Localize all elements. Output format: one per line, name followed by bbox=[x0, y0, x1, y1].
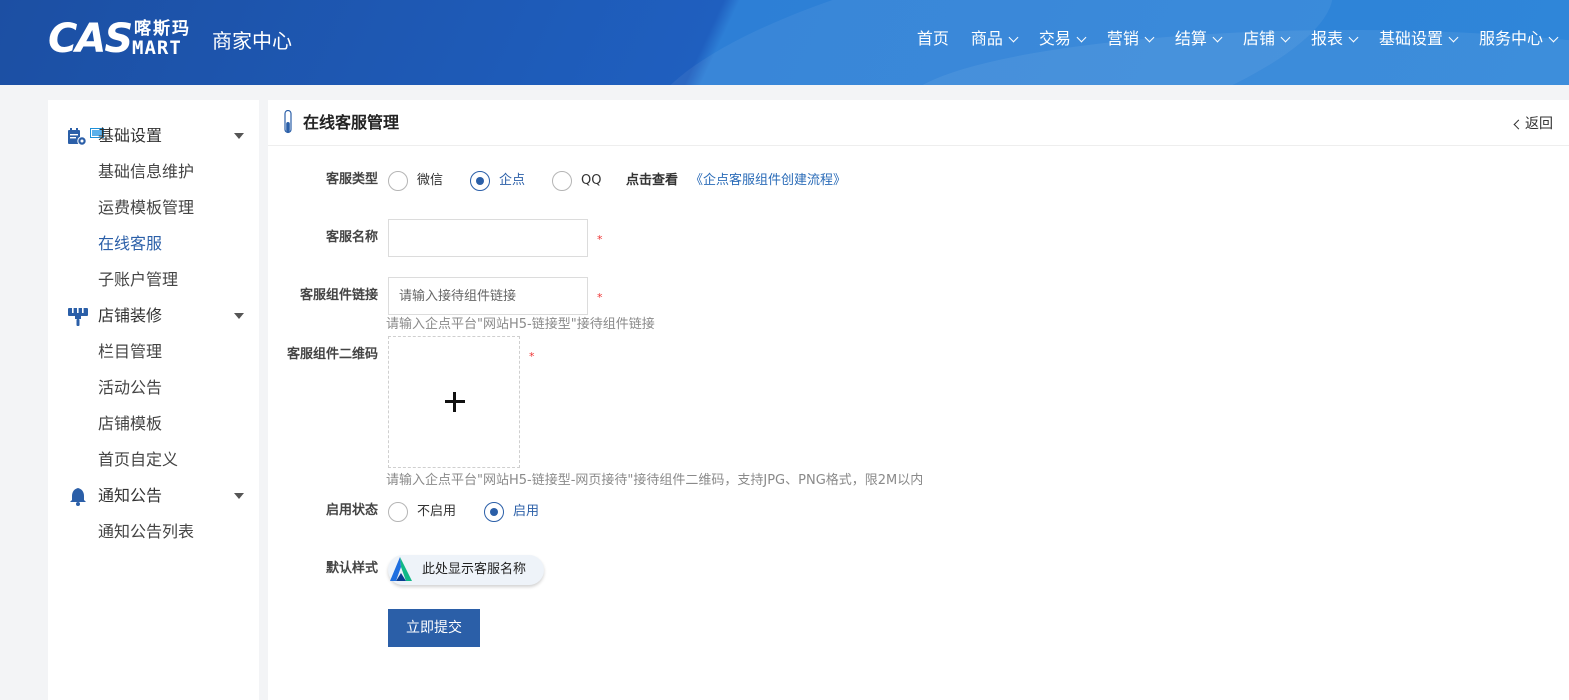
nav-item-settlement[interactable]: 结算 bbox=[1174, 28, 1223, 50]
sidebar-item-shipping-templates[interactable]: 运费模板管理 bbox=[98, 196, 194, 220]
logo-english-text: MART bbox=[132, 37, 182, 59]
nav-item-goods[interactable]: 商品 bbox=[970, 28, 1019, 50]
sidebar-group-label: 店铺装修 bbox=[98, 306, 163, 325]
sidebar-item-basic-info[interactable]: 基础信息维护 bbox=[98, 160, 194, 184]
caret-down-icon bbox=[234, 313, 244, 319]
radio-qidian-label[interactable]: 企点 bbox=[499, 171, 525, 191]
logo-chinese-text: 喀斯玛 bbox=[134, 19, 191, 39]
service-link-hint: 请输入企点平台"网站H5-链接型"接待组件链接 bbox=[386, 317, 655, 332]
back-label: 返回 bbox=[1525, 116, 1553, 132]
nav-label: 首页 bbox=[916, 29, 949, 48]
nav-label: 报表 bbox=[1310, 29, 1343, 48]
qidian-logo-icon bbox=[390, 557, 412, 581]
view-process-link[interactable]: 《企点客服组件创建流程》 bbox=[690, 171, 846, 191]
service-name-input[interactable] bbox=[388, 219, 588, 257]
chevron-down-icon bbox=[1348, 32, 1359, 42]
nav-label: 商品 bbox=[970, 29, 1003, 48]
radio-qq[interactable] bbox=[552, 171, 572, 191]
radio-wechat-label[interactable]: 微信 bbox=[417, 171, 443, 191]
service-name-label: 客服名称 bbox=[325, 230, 378, 245]
caret-down-icon bbox=[234, 493, 244, 499]
nav-item-trade[interactable]: 交易 bbox=[1038, 28, 1087, 50]
service-qr-hint: 请输入企点平台"网站H5-链接型-网页接待"接待组件二维码，支持JPG、PNG格… bbox=[386, 473, 924, 488]
chevron-down-icon bbox=[1280, 32, 1291, 42]
nav-item-reports[interactable]: 报表 bbox=[1310, 28, 1359, 50]
radio-wechat[interactable] bbox=[388, 171, 408, 191]
sidebar-item-sub-accounts[interactable]: 子账户管理 bbox=[98, 268, 178, 292]
sidebar-item-homepage-custom[interactable]: 首页自定义 bbox=[98, 448, 178, 472]
sidebar-group-notices[interactable]: 通知公告 bbox=[48, 478, 259, 514]
panel-header: 在线客服管理 返回 bbox=[268, 100, 1569, 146]
submit-button[interactable]: 立即提交 bbox=[388, 609, 480, 647]
main-panel: 在线客服管理 返回 客服类型 微信 企点 QQ 点击查看 《企点客服组件创建流程… bbox=[268, 100, 1569, 700]
sidebar-group-basic-settings[interactable]: 基础设置 bbox=[48, 118, 259, 154]
logo-subtitle: 商家中心 bbox=[212, 29, 292, 53]
radio-disabled[interactable] bbox=[388, 502, 408, 522]
settings-calendar-icon bbox=[68, 128, 87, 146]
top-header: CAS 喀斯玛 MART 商家中心 首页 商品 交易 营销 结算 店铺 报表 基… bbox=[0, 0, 1569, 85]
caret-down-icon bbox=[234, 133, 244, 139]
service-link-label: 客服组件链接 bbox=[299, 288, 378, 303]
back-link[interactable]: 返回 bbox=[1513, 115, 1553, 133]
bell-icon bbox=[70, 488, 86, 506]
qr-upload-box[interactable] bbox=[388, 336, 520, 468]
chevron-down-icon bbox=[1548, 32, 1559, 42]
nav-label: 服务中心 bbox=[1478, 29, 1543, 48]
style-preview: 此处显示客服名称 bbox=[388, 555, 544, 585]
logo-mark: CAS 喀斯玛 MART bbox=[48, 17, 208, 65]
required-mark: * bbox=[597, 291, 603, 304]
logo[interactable]: CAS 喀斯玛 MART 商家中心 bbox=[48, 17, 292, 65]
nav-label: 店铺 bbox=[1242, 29, 1275, 48]
nav-item-store[interactable]: 店铺 bbox=[1242, 28, 1291, 50]
top-nav: 首页 商品 交易 营销 结算 店铺 报表 基础设置 服务中心 bbox=[895, 28, 1559, 50]
nav-label: 结算 bbox=[1174, 29, 1207, 48]
page-title: 在线客服管理 bbox=[303, 113, 400, 132]
style-label: 默认样式 bbox=[325, 561, 378, 576]
style-preview-text: 此处显示客服名称 bbox=[422, 562, 527, 577]
nav-item-basic-settings[interactable]: 基础设置 bbox=[1378, 28, 1459, 50]
sidebar-item-online-service[interactable]: 在线客服 bbox=[98, 232, 162, 256]
chevron-left-icon bbox=[1513, 119, 1524, 129]
sidebar: 基础设置 基础信息维护 运费模板管理 在线客服 子账户管理 店铺装修 栏目管理 … bbox=[48, 100, 259, 700]
nav-item-home[interactable]: 首页 bbox=[917, 28, 949, 50]
sidebar-group-label: 通知公告 bbox=[98, 486, 163, 505]
view-process-prefix: 点击查看 bbox=[626, 173, 679, 188]
service-link-input[interactable] bbox=[388, 277, 588, 315]
nav-label: 基础设置 bbox=[1378, 29, 1443, 48]
chevron-down-icon bbox=[1076, 32, 1087, 42]
radio-enabled-label[interactable]: 启用 bbox=[513, 502, 539, 522]
nav-label: 营销 bbox=[1106, 29, 1139, 48]
chevron-down-icon bbox=[1008, 32, 1019, 42]
required-mark: * bbox=[597, 233, 603, 246]
sidebar-item-announcements[interactable]: 活动公告 bbox=[98, 376, 162, 400]
sidebar-item-store-templates[interactable]: 店铺模板 bbox=[98, 412, 162, 436]
nav-item-marketing[interactable]: 营销 bbox=[1106, 28, 1155, 50]
nav-item-service-center[interactable]: 服务中心 bbox=[1478, 28, 1559, 50]
nav-label: 交易 bbox=[1038, 29, 1071, 48]
plus-icon bbox=[445, 392, 465, 412]
test-tube-icon bbox=[284, 110, 292, 134]
sidebar-group-label: 基础设置 bbox=[98, 126, 163, 145]
required-mark: * bbox=[529, 350, 535, 363]
service-type-label: 客服类型 bbox=[325, 172, 378, 187]
service-qr-label: 客服组件二维码 bbox=[286, 347, 378, 362]
logo-cas-text: CAS bbox=[48, 16, 133, 62]
sidebar-item-notice-list[interactable]: 通知公告列表 bbox=[98, 520, 194, 544]
radio-disabled-label[interactable]: 不启用 bbox=[417, 502, 456, 522]
chevron-down-icon bbox=[1144, 32, 1155, 42]
paint-brush-icon bbox=[68, 308, 88, 326]
sidebar-group-store-decoration[interactable]: 店铺装修 bbox=[48, 298, 259, 334]
status-label: 启用状态 bbox=[325, 503, 378, 518]
chevron-down-icon bbox=[1212, 32, 1223, 42]
radio-qq-label[interactable]: QQ bbox=[581, 171, 601, 191]
radio-enabled[interactable] bbox=[484, 502, 504, 522]
sidebar-item-columns[interactable]: 栏目管理 bbox=[98, 340, 162, 364]
radio-qidian[interactable] bbox=[470, 171, 490, 191]
chevron-down-icon bbox=[1448, 32, 1459, 42]
